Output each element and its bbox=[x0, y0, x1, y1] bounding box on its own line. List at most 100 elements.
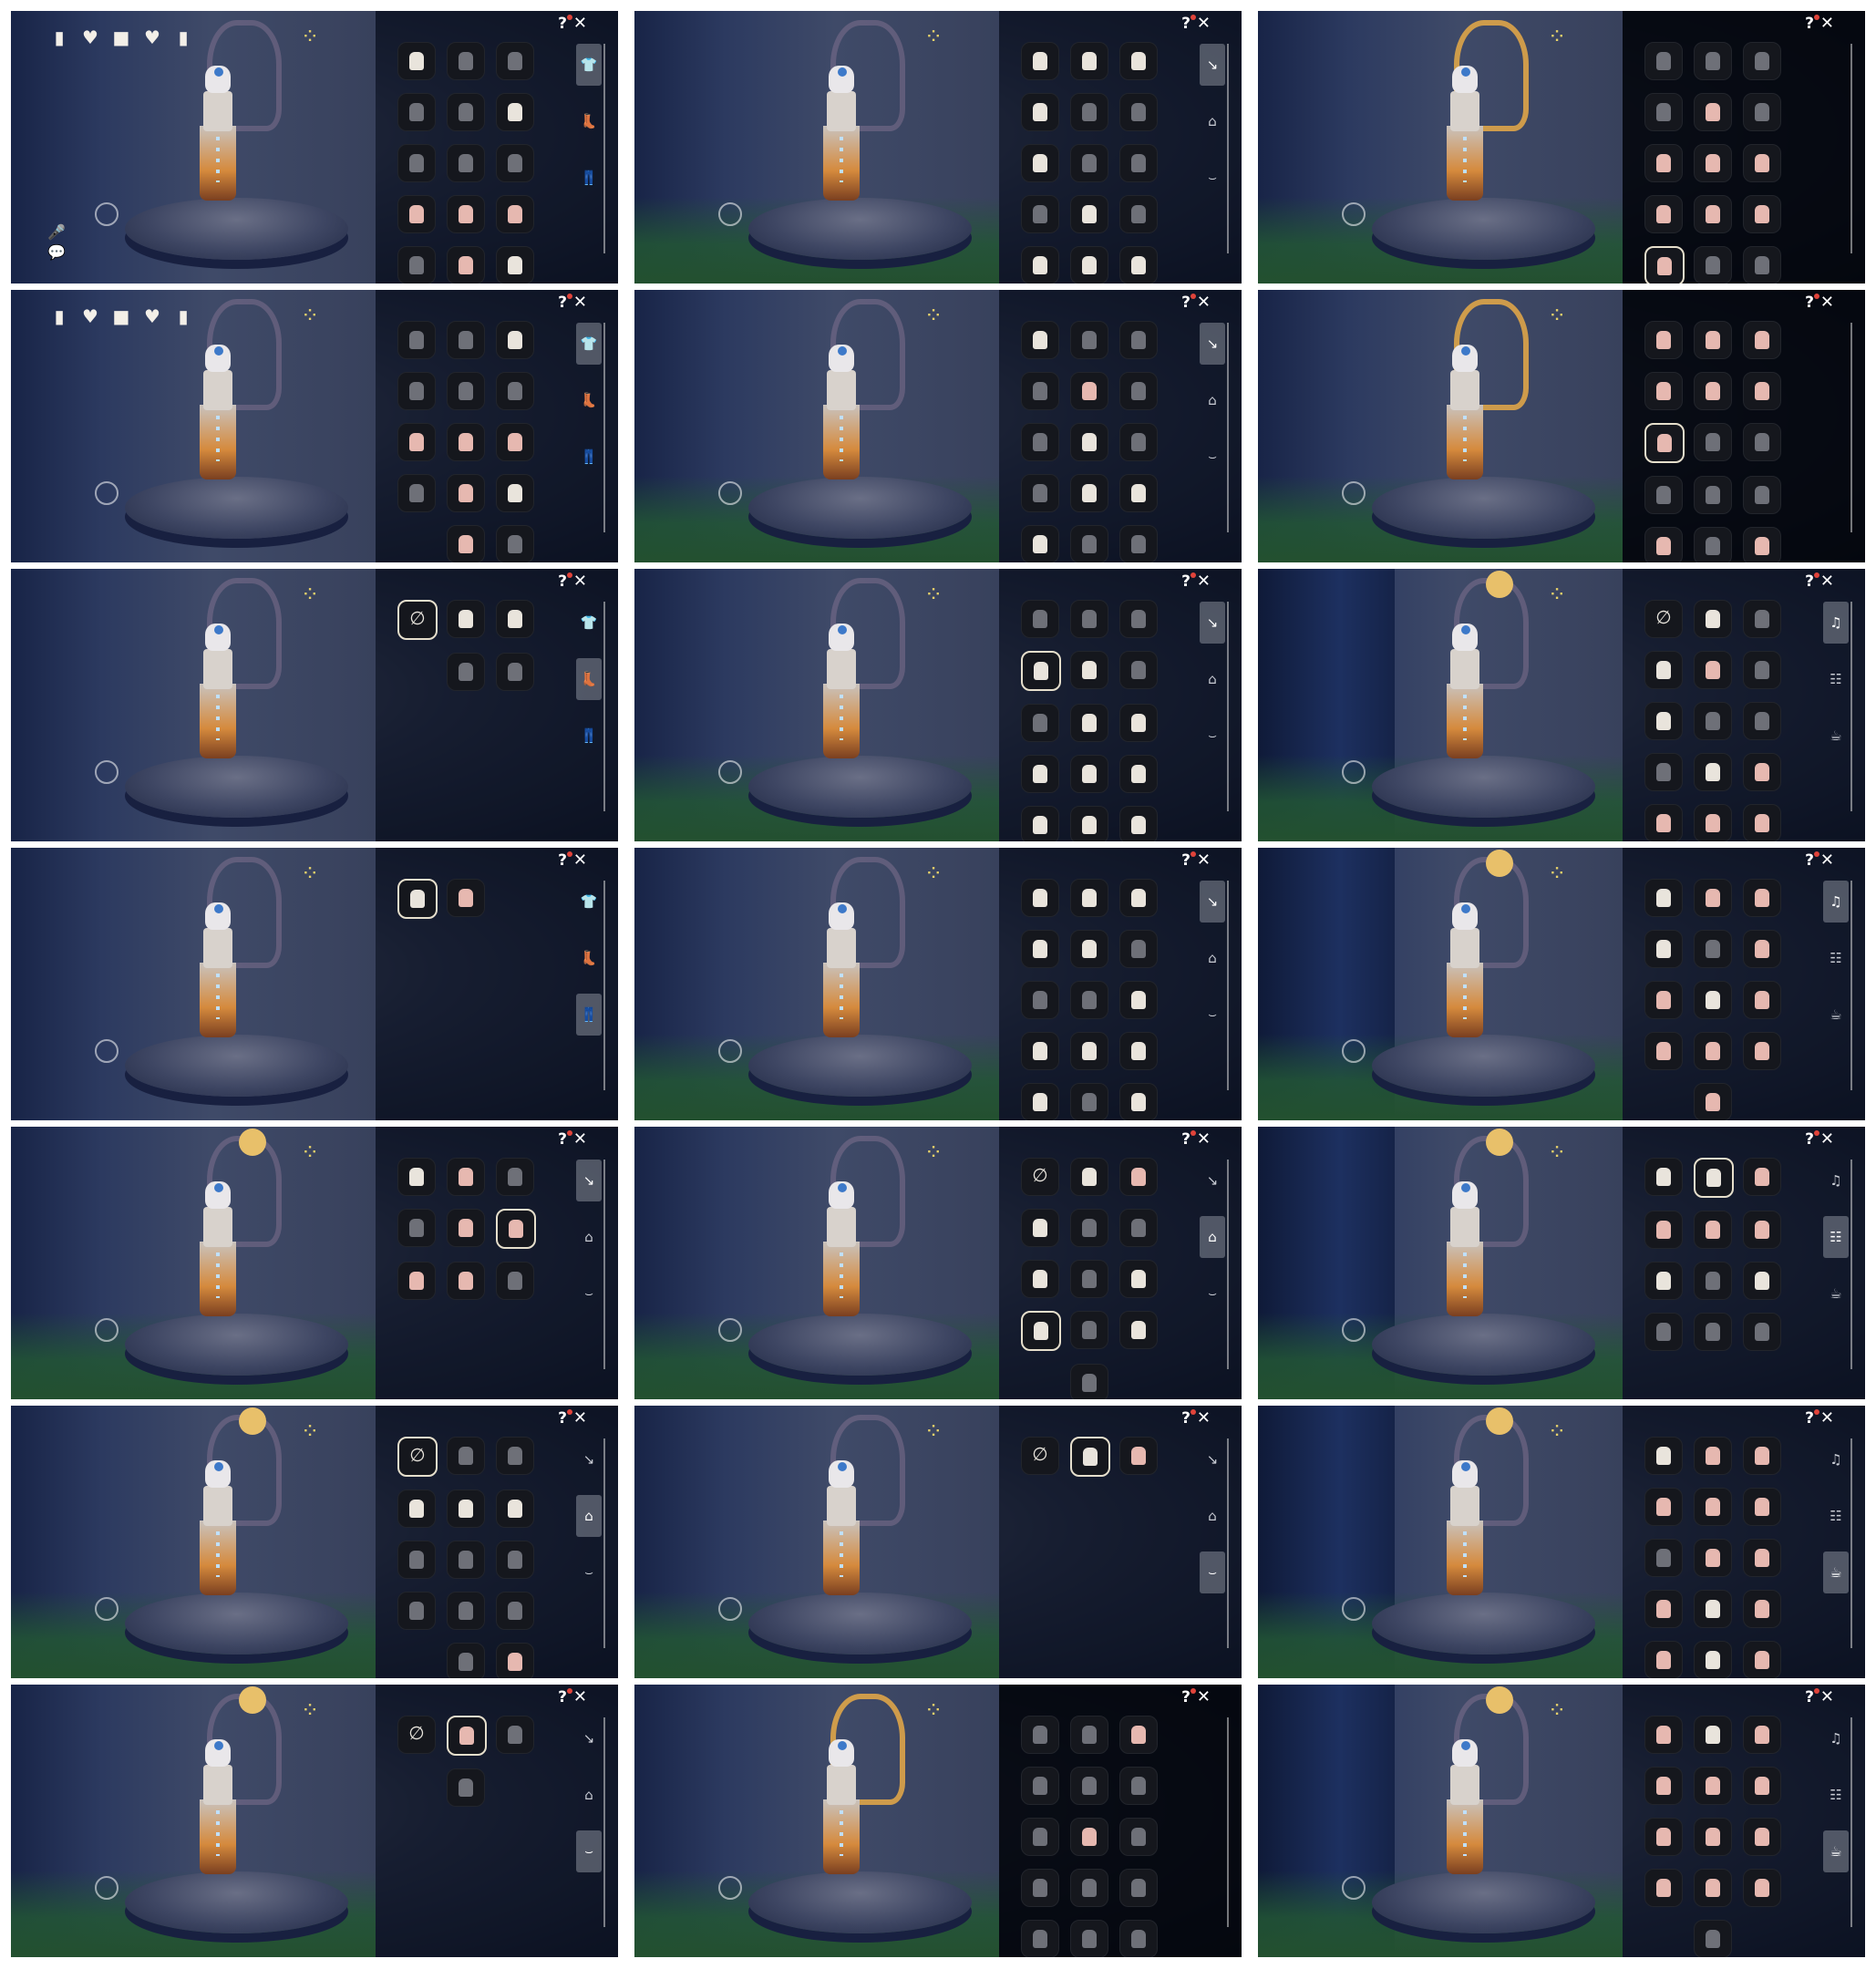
fan-icon[interactable]: ⁘ bbox=[924, 304, 943, 326]
cosmetic-item-slot[interactable] bbox=[1021, 42, 1059, 80]
cosmetic-item-slot[interactable] bbox=[1021, 321, 1059, 359]
unequip-slot[interactable] bbox=[397, 1437, 438, 1477]
cosmetic-item-slot[interactable] bbox=[1743, 1437, 1781, 1475]
cosmetic-item-slot[interactable] bbox=[1119, 704, 1158, 742]
cosmetic-item-slot[interactable] bbox=[1694, 1211, 1732, 1249]
cosmetic-item-slot[interactable] bbox=[496, 372, 534, 410]
pants-icon[interactable]: 👖 bbox=[576, 994, 602, 1036]
cosmetic-item-slot[interactable] bbox=[1070, 1920, 1108, 1957]
cosmetic-item-slot[interactable] bbox=[1644, 246, 1685, 283]
cosmetic-item-slot[interactable] bbox=[1644, 930, 1683, 968]
hair-icon[interactable]: ↘ bbox=[1200, 602, 1225, 644]
fan-icon[interactable]: ⁘ bbox=[301, 1141, 319, 1163]
fan-icon[interactable]: ⁘ bbox=[924, 862, 943, 884]
close-button[interactable]: ✕ bbox=[573, 1408, 587, 1428]
camera-ring-button[interactable] bbox=[95, 1318, 119, 1342]
cosmetic-item-slot[interactable] bbox=[1694, 1539, 1732, 1577]
cosmetic-item-slot[interactable] bbox=[496, 525, 534, 562]
cosmetic-item-slot[interactable] bbox=[447, 1541, 485, 1579]
chat-icon[interactable]: 💬 bbox=[47, 242, 66, 263]
cosmetic-item-slot[interactable] bbox=[1119, 144, 1158, 182]
fan-icon[interactable]: ⁘ bbox=[301, 26, 319, 47]
cosmetic-item-slot[interactable] bbox=[397, 372, 436, 410]
cosmetic-item-slot[interactable] bbox=[1743, 195, 1781, 233]
cosmetic-item-slot[interactable] bbox=[447, 93, 485, 131]
camera-ring-button[interactable] bbox=[718, 1318, 742, 1342]
cosmetic-item-slot[interactable] bbox=[447, 246, 485, 283]
cosmetic-item-slot[interactable] bbox=[1694, 1818, 1732, 1856]
cosmetic-item-slot[interactable] bbox=[496, 1716, 534, 1754]
shoes-icon[interactable]: 👢 bbox=[576, 937, 602, 979]
cosmetic-item-slot[interactable] bbox=[447, 321, 485, 359]
cosmetic-item-slot[interactable] bbox=[397, 1541, 436, 1579]
camera-ring-button[interactable] bbox=[1342, 1597, 1366, 1621]
cosmetic-item-slot[interactable] bbox=[1694, 1083, 1732, 1120]
cosmetic-item-slot[interactable] bbox=[1070, 246, 1108, 283]
cosmetic-item-slot[interactable] bbox=[1694, 1716, 1732, 1754]
shoes-icon[interactable]: 👢 bbox=[576, 100, 602, 142]
cosmetic-item-slot[interactable] bbox=[1743, 93, 1781, 131]
cosmetic-item-slot[interactable] bbox=[1070, 1032, 1108, 1070]
unequip-slot[interactable] bbox=[397, 1716, 436, 1754]
cosmetic-item-slot[interactable] bbox=[447, 1158, 485, 1196]
help-button[interactable]: ? bbox=[558, 851, 572, 870]
outfit-icon[interactable]: 👕 bbox=[576, 323, 602, 365]
harp-icon[interactable]: ♫ bbox=[1823, 881, 1849, 923]
harp-icon[interactable]: ♫ bbox=[1823, 1438, 1849, 1480]
cosmetic-item-slot[interactable] bbox=[1021, 600, 1059, 638]
cosmetic-item-slot[interactable] bbox=[1070, 1260, 1108, 1298]
fan-icon[interactable]: ⁘ bbox=[924, 26, 943, 47]
cosmetic-item-slot[interactable] bbox=[1119, 1032, 1158, 1070]
cosmetic-item-slot[interactable] bbox=[1743, 1869, 1781, 1907]
furniture-icon[interactable]: ☷ bbox=[1823, 1495, 1849, 1537]
cosmetic-item-slot[interactable] bbox=[1644, 1313, 1683, 1351]
hat-icon[interactable]: ⌂ bbox=[1200, 100, 1225, 142]
cosmetic-item-slot[interactable] bbox=[1644, 1818, 1683, 1856]
cosmetic-item-slot[interactable] bbox=[1694, 981, 1732, 1019]
cosmetic-item-slot[interactable] bbox=[1119, 42, 1158, 80]
close-button[interactable]: ✕ bbox=[1820, 1408, 1834, 1428]
cosmetic-item-slot[interactable] bbox=[1119, 1716, 1158, 1754]
cosmetic-item-slot[interactable] bbox=[1021, 423, 1059, 461]
hair-icon[interactable]: ↘ bbox=[576, 1717, 602, 1759]
cosmetic-item-slot[interactable] bbox=[1743, 1767, 1781, 1805]
cosmetic-item-slot[interactable] bbox=[1021, 1767, 1059, 1805]
cosmetic-item-slot[interactable] bbox=[1021, 930, 1059, 968]
cosmetic-item-slot[interactable] bbox=[1119, 1311, 1158, 1349]
hair-icon[interactable]: ↘ bbox=[1200, 1438, 1225, 1480]
cosmetic-item-slot[interactable] bbox=[1743, 879, 1781, 917]
cosmetic-item-slot[interactable] bbox=[1743, 1262, 1781, 1300]
cosmetic-item-slot[interactable] bbox=[1021, 1716, 1059, 1754]
help-button[interactable]: ? bbox=[1805, 1130, 1819, 1149]
hat-icon[interactable]: ⌂ bbox=[1200, 937, 1225, 979]
fan-icon[interactable]: ⁘ bbox=[1548, 862, 1566, 884]
cosmetic-item-slot[interactable] bbox=[1743, 1818, 1781, 1856]
cosmetic-item-slot[interactable] bbox=[397, 1490, 436, 1528]
cosmetic-item-slot[interactable] bbox=[1119, 474, 1158, 512]
cosmetic-item-slot[interactable] bbox=[447, 195, 485, 233]
cosmetic-item-slot[interactable] bbox=[1743, 42, 1781, 80]
help-button[interactable]: ? bbox=[1181, 1130, 1196, 1149]
close-button[interactable]: ✕ bbox=[573, 293, 587, 312]
close-button[interactable]: ✕ bbox=[1197, 293, 1211, 312]
horns-icon[interactable]: ⌣ bbox=[576, 1273, 602, 1314]
cup-icon[interactable]: ☕ bbox=[1823, 1273, 1849, 1314]
close-button[interactable]: ✕ bbox=[1820, 1129, 1834, 1149]
cosmetic-item-slot[interactable] bbox=[1743, 1716, 1781, 1754]
horns-icon[interactable]: ⌣ bbox=[1200, 436, 1225, 478]
close-button[interactable]: ✕ bbox=[1820, 293, 1834, 312]
cosmetic-item-slot[interactable] bbox=[1119, 1437, 1158, 1475]
horns-icon[interactable]: ⌣ bbox=[1200, 1551, 1225, 1593]
cosmetic-item-slot[interactable] bbox=[397, 1209, 436, 1247]
cosmetic-item-slot[interactable] bbox=[1070, 1437, 1110, 1477]
cosmetic-item-slot[interactable] bbox=[1119, 1158, 1158, 1196]
cosmetic-item-slot[interactable] bbox=[1070, 372, 1108, 410]
cosmetic-item-slot[interactable] bbox=[397, 1262, 436, 1300]
camera-ring-button[interactable] bbox=[718, 760, 742, 784]
cosmetic-item-slot[interactable] bbox=[1119, 930, 1158, 968]
close-button[interactable]: ✕ bbox=[1197, 1687, 1211, 1706]
cosmetic-item-slot[interactable] bbox=[1644, 423, 1685, 463]
cosmetic-item-slot[interactable] bbox=[1119, 423, 1158, 461]
cosmetic-item-slot[interactable] bbox=[397, 879, 438, 919]
hat-icon[interactable]: ⌂ bbox=[1200, 1216, 1225, 1258]
